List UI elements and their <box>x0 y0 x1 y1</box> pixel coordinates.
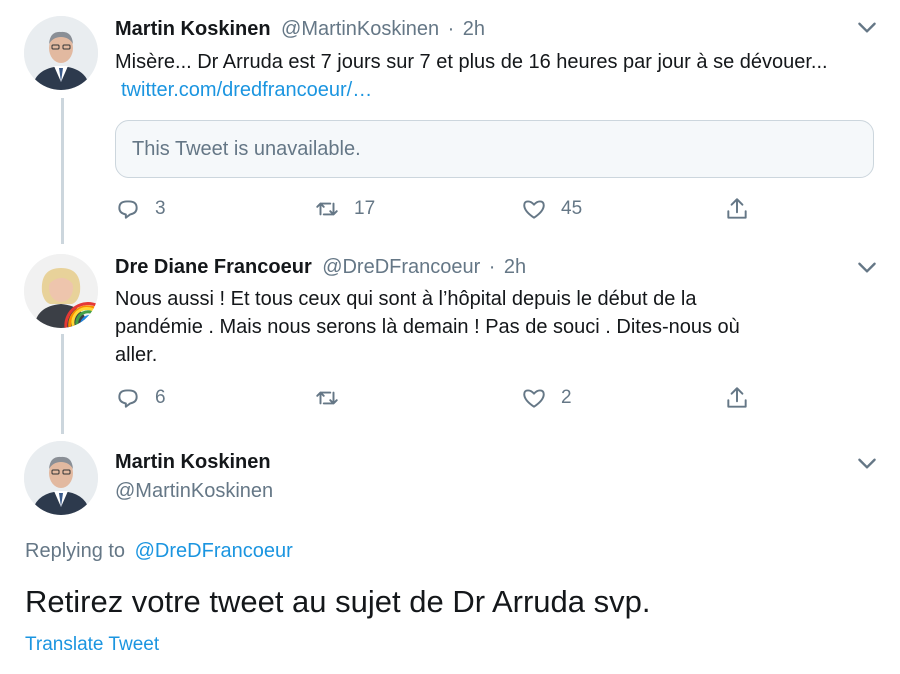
author-handle[interactable]: @MartinKoskinen <box>115 480 273 503</box>
like-button[interactable]: 45 <box>521 196 582 222</box>
replying-to: Replying to @DreDFrancoeur <box>25 540 293 563</box>
author-handle[interactable]: @MartinKoskinen <box>281 18 439 40</box>
reply-count: 6 <box>155 387 166 408</box>
replying-prefix: Replying to <box>25 540 126 562</box>
translate-tweet-link[interactable]: Translate Tweet <box>25 634 159 656</box>
author-handle[interactable]: @DreDFrancoeur <box>322 256 480 278</box>
tweet-link[interactable]: twitter.com/dredfrancoeur/… <box>121 79 372 101</box>
author-name[interactable]: Martin Koskinen <box>115 18 271 40</box>
reply-icon <box>118 389 138 408</box>
reply-count: 3 <box>155 198 166 219</box>
quote-text: This Tweet is unavailable. <box>132 137 361 160</box>
share-button[interactable] <box>724 196 750 222</box>
author-name[interactable]: Martin Koskinen <box>115 451 271 474</box>
like-icon <box>523 389 545 408</box>
retweet-button[interactable]: 17 <box>314 196 375 222</box>
like-icon <box>523 200 545 219</box>
chevron-down-icon[interactable] <box>854 254 880 280</box>
replying-handle-link[interactable]: @DreDFrancoeur <box>135 540 293 562</box>
share-button[interactable] <box>724 385 750 411</box>
tweet-line: pandémie . Mais nous serons là demain ! … <box>115 316 740 338</box>
reply-button[interactable]: 6 <box>115 385 166 411</box>
tweet-line: Nous aussi ! Et tous ceux qui sont à l’h… <box>115 288 697 310</box>
tweet-line: aller. <box>115 344 158 366</box>
retweet-icon <box>316 391 338 405</box>
timestamp[interactable]: 2h <box>504 256 526 278</box>
reply-button[interactable]: 3 <box>115 196 166 222</box>
like-count: 2 <box>561 387 572 408</box>
reply-icon <box>118 200 138 219</box>
share-icon <box>727 198 747 219</box>
avatar[interactable] <box>24 254 98 328</box>
quoted-tweet-unavailable[interactable]: This Tweet is unavailable. <box>115 120 874 178</box>
chevron-down-icon[interactable] <box>854 450 880 476</box>
tweet-text: Misère... Dr Arruda est 7 jours sur 7 et… <box>115 48 875 104</box>
separator-dot: · <box>488 256 496 278</box>
separator-dot: · <box>447 18 455 40</box>
tweet-text: Nous aussi ! Et tous ceux qui sont à l’h… <box>115 285 885 369</box>
avatar-diane-icon <box>24 254 98 328</box>
thread-connector <box>61 98 64 244</box>
like-button[interactable]: 2 <box>521 385 572 411</box>
tweet-header: Dre Diane Francoeur @DreDFrancoeur · 2h <box>115 256 526 279</box>
timestamp[interactable]: 2h <box>463 18 485 40</box>
tweet-body: Misère... Dr Arruda est 7 jours sur 7 et… <box>115 51 828 73</box>
share-icon <box>727 387 747 408</box>
author-name[interactable]: Dre Diane Francoeur <box>115 256 312 278</box>
retweet-icon <box>316 202 338 216</box>
focused-tweet-text: Retirez votre tweet au sujet de Dr Arrud… <box>25 584 651 619</box>
tweet-header: Martin Koskinen @MartinKoskinen · 2h <box>115 18 485 41</box>
avatar[interactable] <box>24 441 98 515</box>
avatar[interactable] <box>24 16 98 90</box>
avatar-martin-icon <box>24 441 98 515</box>
retweet-count: 17 <box>354 198 376 219</box>
retweet-button[interactable] <box>314 385 354 411</box>
like-count: 45 <box>561 198 583 219</box>
thread-connector <box>61 334 64 434</box>
avatar-martin-icon <box>24 16 98 90</box>
chevron-down-icon[interactable] <box>854 14 880 40</box>
